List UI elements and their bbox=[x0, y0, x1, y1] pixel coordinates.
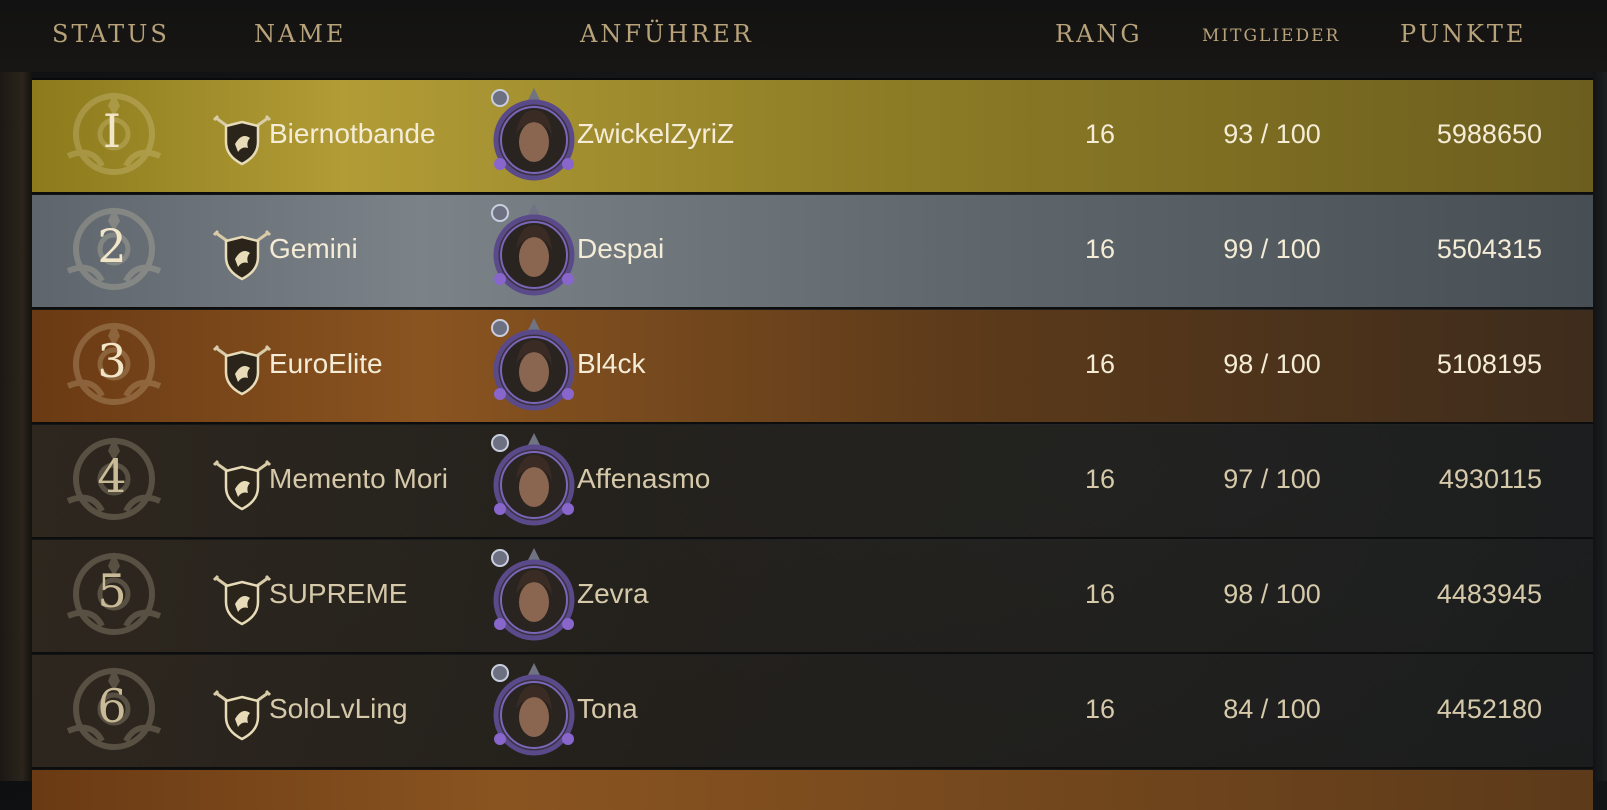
leader-name[interactable]: Affenasmo bbox=[577, 463, 710, 495]
guild-name[interactable]: SoloLvLing bbox=[269, 693, 408, 725]
points-value: 4452180 bbox=[1436, 694, 1542, 724]
guild-name[interactable]: EuroElite bbox=[269, 348, 383, 380]
leaderboard-row-partial[interactable] bbox=[32, 770, 1593, 810]
leaderboard-row[interactable]: 2 Gemini Despai 16 99 / 100 5504315 bbox=[32, 195, 1593, 309]
right-frame bbox=[1593, 0, 1607, 781]
member-count: 98 / 100 bbox=[1223, 349, 1321, 379]
header-name[interactable]: NAME bbox=[254, 20, 346, 48]
header-leader[interactable]: ANFÜHRER bbox=[580, 20, 754, 48]
clan-rank-value: 16 bbox=[1084, 579, 1116, 609]
header-rank[interactable]: RANG bbox=[1055, 20, 1143, 48]
rank-position: 4 bbox=[97, 449, 127, 503]
points-value: 4930115 bbox=[1438, 464, 1542, 494]
points-value: 4483945 bbox=[1436, 579, 1542, 609]
clan-rank-value: 16 bbox=[1084, 119, 1116, 149]
header-status[interactable]: STATUS bbox=[52, 20, 170, 48]
guild-name[interactable]: SUPREME bbox=[269, 578, 407, 610]
leaderboard-row[interactable]: I Biernotbande ZwickelZyriZ 16 93 / 100 … bbox=[32, 80, 1593, 194]
leader-avatar-icon bbox=[491, 548, 575, 641]
leader-avatar-icon bbox=[491, 433, 575, 526]
leader-avatar-icon bbox=[491, 663, 575, 756]
rank-position: 6 bbox=[97, 679, 127, 733]
guild-name[interactable]: Memento Mori bbox=[269, 463, 448, 495]
leaderboard-row[interactable]: 3 EuroElite Bl4ck 16 98 / 100 5108195 bbox=[32, 310, 1593, 424]
guild-shield-icon bbox=[212, 114, 272, 166]
guild-shield-icon bbox=[212, 229, 272, 281]
points-value: 5108195 bbox=[1436, 349, 1542, 379]
guild-name[interactable]: Gemini bbox=[269, 233, 358, 265]
leader-name[interactable]: Tona bbox=[577, 693, 638, 725]
leader-name[interactable]: Zevra bbox=[577, 578, 649, 610]
leader-avatar-icon bbox=[491, 318, 575, 411]
clan-rank-value: 16 bbox=[1084, 464, 1116, 494]
clan-rank-value: 16 bbox=[1084, 234, 1116, 264]
points-value: 5504315 bbox=[1436, 234, 1542, 264]
leader-name[interactable]: Despai bbox=[577, 233, 664, 265]
header-points[interactable]: PUNKTE bbox=[1400, 20, 1526, 48]
rank-position: 3 bbox=[97, 334, 127, 388]
member-count: 99 / 100 bbox=[1223, 234, 1321, 264]
table-header: STATUS NAME ANFÜHRER RANG MITGLIEDER PUN… bbox=[0, 0, 1607, 72]
leaderboard-row[interactable]: 6 SoloLvLing Tona 16 84 / 100 4452180 bbox=[32, 655, 1593, 769]
left-frame bbox=[0, 0, 32, 781]
clan-rank-value: 16 bbox=[1084, 694, 1116, 724]
guild-name[interactable]: Biernotbande bbox=[269, 118, 436, 150]
leader-name[interactable]: ZwickelZyriZ bbox=[577, 118, 734, 150]
leader-avatar-icon bbox=[491, 88, 575, 181]
clan-leaderboard: I Biernotbande ZwickelZyriZ 16 93 / 100 … bbox=[32, 78, 1593, 810]
guild-shield-icon bbox=[212, 459, 272, 511]
guild-shield-icon bbox=[212, 344, 272, 396]
member-count: 93 / 100 bbox=[1223, 119, 1321, 149]
leader-avatar-icon bbox=[491, 203, 575, 296]
guild-shield-icon bbox=[212, 689, 272, 741]
member-count: 84 / 100 bbox=[1223, 694, 1321, 724]
leaderboard-row[interactable]: 5 SUPREME Zevra 16 98 / 100 4483945 bbox=[32, 540, 1593, 654]
rank-position: 2 bbox=[97, 219, 127, 273]
member-count: 98 / 100 bbox=[1223, 579, 1321, 609]
header-members[interactable]: MITGLIEDER bbox=[1202, 26, 1340, 46]
guild-shield-icon bbox=[212, 574, 272, 626]
points-value: 5988650 bbox=[1436, 119, 1542, 149]
rank-position: I bbox=[102, 104, 122, 158]
member-count: 97 / 100 bbox=[1223, 464, 1321, 494]
leaderboard-row[interactable]: 4 Memento Mori Affenasmo 16 97 / 100 493… bbox=[32, 425, 1593, 539]
clan-rank-value: 16 bbox=[1084, 349, 1116, 379]
rank-position: 5 bbox=[97, 564, 127, 618]
leader-name[interactable]: Bl4ck bbox=[577, 348, 645, 380]
